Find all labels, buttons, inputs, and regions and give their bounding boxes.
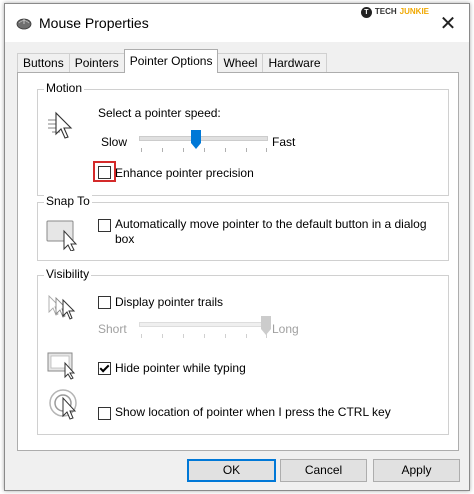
slow-label: Slow [101,135,128,149]
tab-pointer-options[interactable]: Pointer Options [123,49,219,73]
tab-buttons[interactable]: Buttons [17,53,70,73]
fast-label: Fast [272,135,296,149]
trails-slider-thumb[interactable] [261,316,271,335]
ok-button[interactable]: OK [187,459,276,482]
pointer-trails-label: Display pointer trails [115,295,224,309]
mouse-properties-window: Mouse Properties T TECH JUNKIE ✕ Buttons … [4,3,470,491]
close-icon: ✕ [439,11,457,35]
cancel-button[interactable]: Cancel [280,459,367,482]
mouse-app-icon [16,18,32,30]
techjunkie-watermark: T TECH JUNKIE [360,5,429,19]
watermark-junkie: JUNKIE [399,7,429,16]
snap-to-legend: Snap To [44,194,92,208]
tab-wheel[interactable]: Wheel [217,53,264,73]
tab-strip: Buttons Pointers Pointer Options Wheel H… [17,49,327,73]
speed-slider-track [139,136,268,141]
tab-hardware[interactable]: Hardware [262,53,327,73]
pointer-speed-icon [48,111,73,139]
visibility-legend: Visibility [44,267,92,281]
pointer-options-panel: Motion Select a pointer speed: Slow Fast [17,72,459,451]
watermark-tech: TECH [374,7,397,16]
snap-to-default-icon [46,220,78,251]
title-bar[interactable]: Mouse Properties T TECH JUNKIE ✕ [5,4,469,42]
visibility-group: Visibility Display pointer trails Short … [37,267,449,435]
snap-to-label: Automatically move pointer to the defaul… [115,217,427,231]
motion-group: Motion Select a pointer speed: Slow Fast [37,81,449,196]
apply-button[interactable]: Apply [373,459,460,482]
ctrl-locate-label: Show location of pointer when I press th… [115,405,391,419]
pointer-speed-label: Select a pointer speed: [98,106,221,120]
highlight-annotation [93,161,116,182]
hide-pointer-label: Hide pointer while typing [115,361,246,375]
enhance-precision-label: Enhance pointer precision [115,166,254,180]
long-label: Long [272,322,299,336]
tab-pointers[interactable]: Pointers [68,53,125,73]
watermark-badge: T [360,6,372,18]
hide-pointer-icon [47,352,76,380]
pointer-trails-checkbox[interactable] [98,296,111,309]
window-title: Mouse Properties [39,15,149,31]
snap-to-checkbox[interactable] [98,219,111,232]
short-label: Short [98,322,127,336]
snap-to-group: Snap To Automatically move pointer to th… [37,194,449,261]
pointer-trails-icon [48,294,76,320]
hide-pointer-checkbox[interactable] [98,362,111,375]
close-button[interactable]: ✕ [437,12,459,34]
ctrl-locate-checkbox[interactable] [98,407,111,420]
motion-legend: Motion [44,81,85,95]
speed-slider-thumb[interactable] [191,130,201,149]
ctrl-locate-icon [49,389,77,420]
snap-to-label-continued: box [115,232,135,246]
trails-slider-track [139,322,268,327]
